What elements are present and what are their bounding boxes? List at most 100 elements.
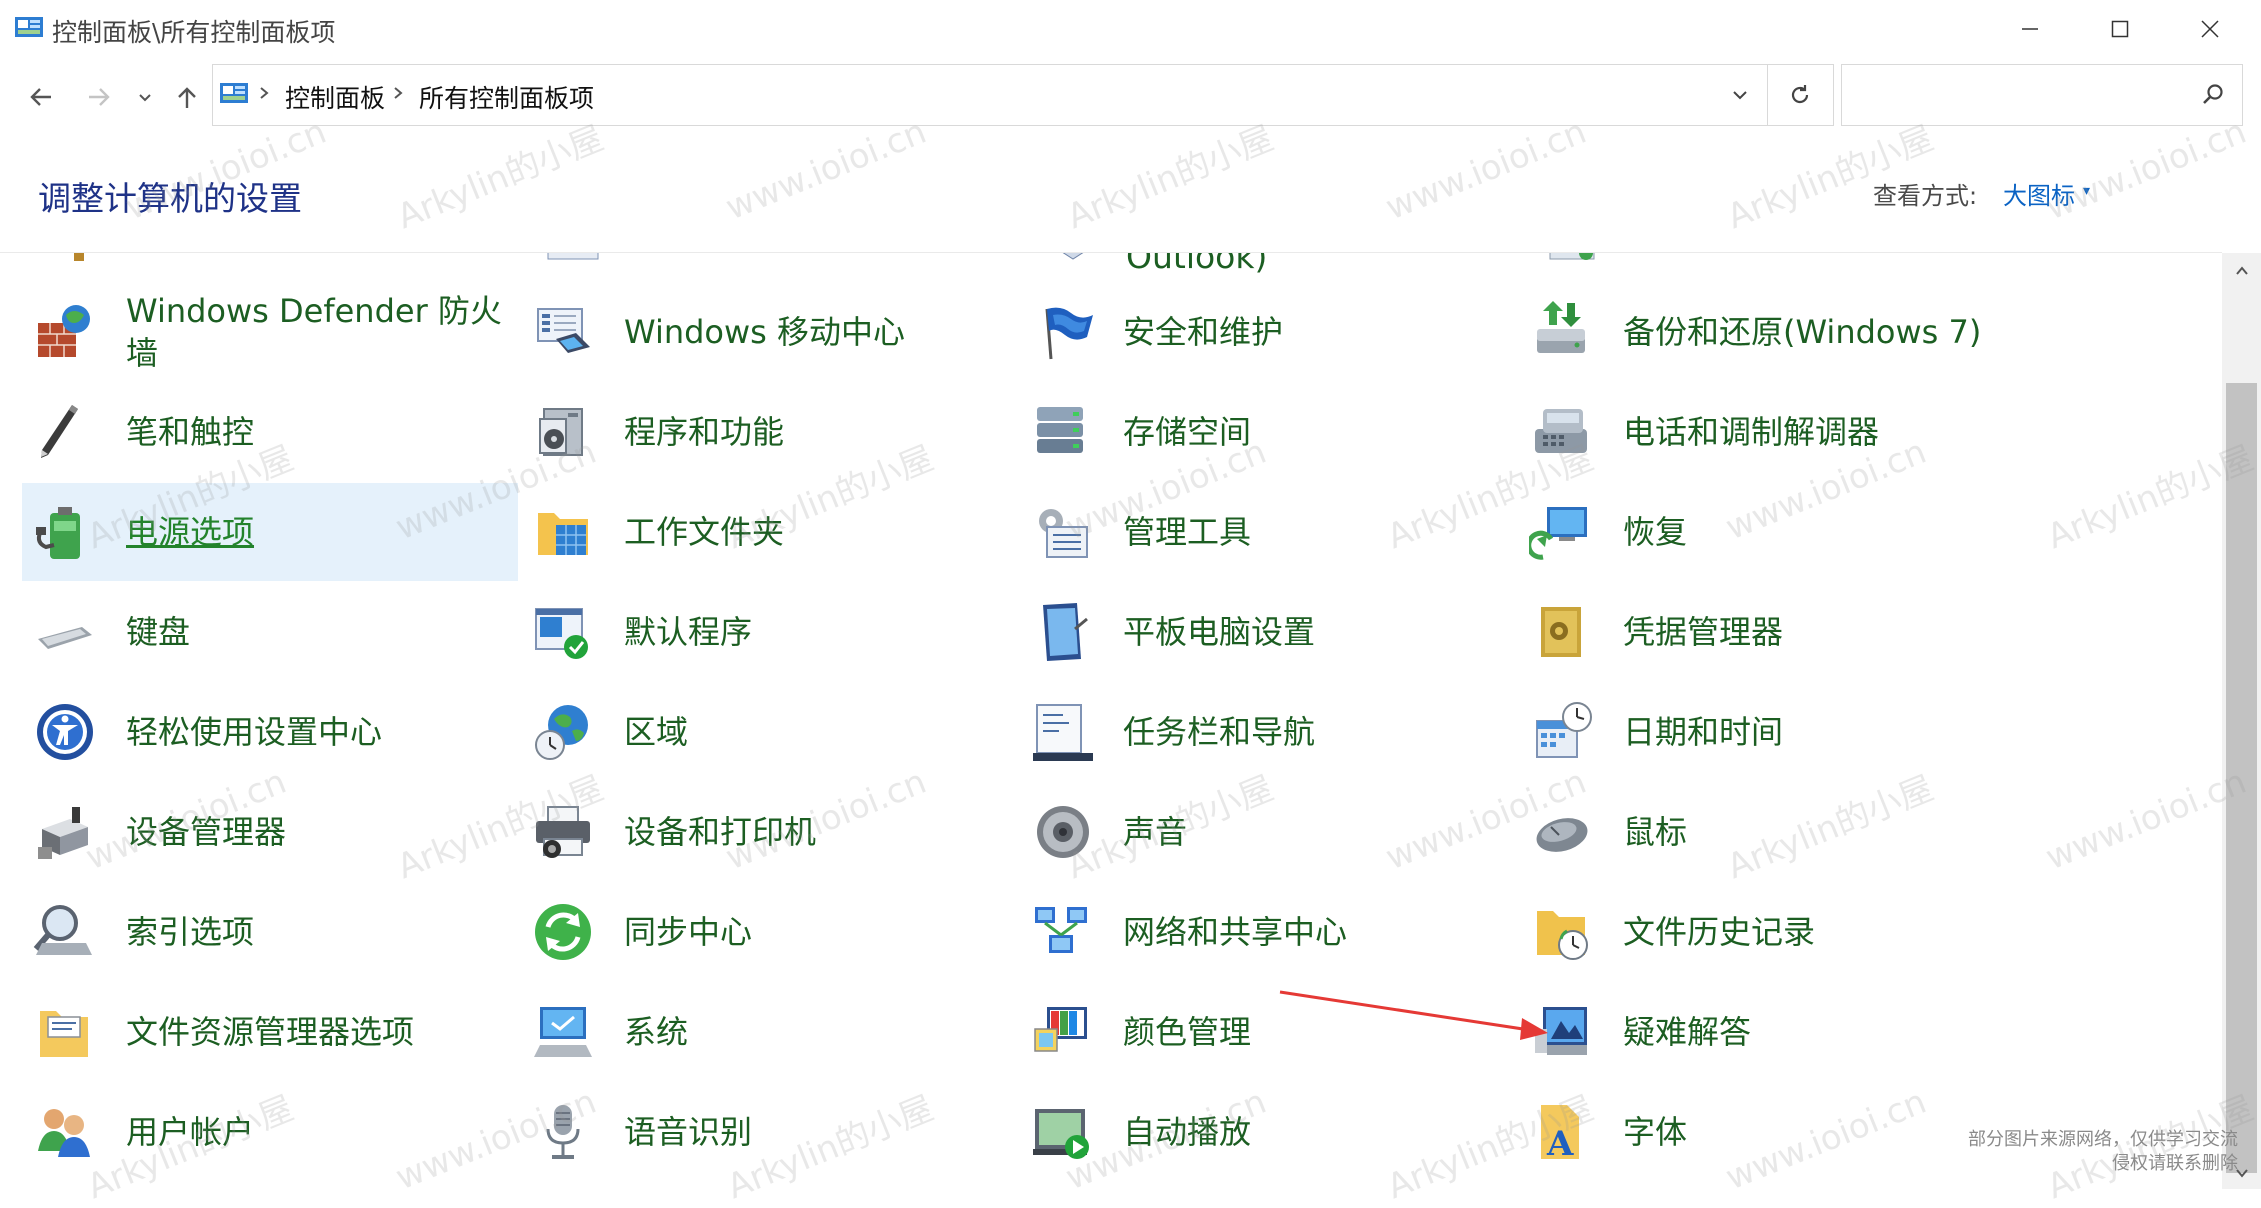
control-panel-item[interactable]: 鼠标 [1519,783,2015,881]
control-panel-item-label: Windows 移动中心 [624,313,906,351]
svg-text:A: A [1546,1124,1574,1164]
breadcrumb-control-panel[interactable]: 控制面板 [285,79,385,115]
maximize-button[interactable] [2075,4,2165,54]
recent-locations-button[interactable] [130,74,160,120]
control-panel-item[interactable]: Windows 移动中心 [520,283,1016,381]
control-panel-item[interactable]: 备份和还原(Windows 7) [1519,283,2015,381]
control-panel-item[interactable]: 键盘 [22,583,518,681]
printer-icon [530,799,596,865]
search-icon[interactable] [2196,77,2230,111]
control-panel-item[interactable]: 默认程序 [520,583,1016,681]
minimize-button[interactable] [1985,4,2075,54]
control-panel-item-label: 设备和打印机 [624,813,817,851]
troubleshooting-icon [1529,999,1595,1065]
control-panel-item[interactable]: 同步中心 [520,883,1016,981]
partial-item-icon [1062,253,1084,260]
autoplay-icon [1029,1099,1095,1165]
control-panel-item[interactable]: 声音 [1019,783,1515,881]
control-panel-item[interactable]: 索引选项 [22,883,518,981]
control-panel-item[interactable]: 网络和共享中心 [1019,883,1515,981]
control-panel-item[interactable]: 程序和功能 [520,383,1016,481]
security-flag-icon [1029,299,1095,365]
up-button[interactable] [164,74,210,120]
arrow-right-icon [89,88,110,106]
chevron-right-icon[interactable] [257,81,271,109]
back-button[interactable] [18,74,64,120]
firewall-icon [32,299,98,365]
search-box[interactable] [1841,64,2243,126]
address-dropdown-button[interactable] [1713,65,1768,125]
control-panel-item[interactable]: 文件历史记录 [1519,883,2015,981]
control-panel-item[interactable]: 语音识别 [520,1083,1016,1181]
control-panel-item[interactable]: 恢复 [1519,483,2015,581]
caret-down-icon[interactable]: ▾ [2083,183,2090,199]
forward-button[interactable] [76,74,122,120]
credential-vault-icon [1529,599,1595,665]
date-time-icon [1529,699,1595,765]
control-panel-item[interactable]: 区域 [520,683,1016,781]
control-panel-item-label: 声音 [1123,813,1188,851]
control-panel-item-label: 文件历史记录 [1623,913,1816,951]
control-panel-item[interactable]: 电话和调制解调器 [1519,383,2015,481]
control-panel-item[interactable]: 轻松使用设置中心 [22,683,518,781]
chevron-up-icon [2235,266,2248,275]
control-panel-item[interactable]: 凭据管理器 [1519,583,2015,681]
ease-of-access-icon [32,699,98,765]
control-panel-item[interactable]: 系统 [520,983,1016,1081]
microphone-icon [530,1099,596,1165]
control-panel-item[interactable]: 自动播放 [1019,1083,1515,1181]
control-panel-item-label: 凭据管理器 [1623,613,1784,651]
footer-note-line: 侵权请联系删除 [2112,1153,2238,1174]
system-computer-icon [530,999,596,1065]
indexing-icon [32,899,98,965]
control-panel-item-label: 设备管理器 [126,813,287,851]
control-panel-item-label: 存储空间 [1123,413,1252,451]
control-panel-item-label: 笔和触控 [126,413,255,451]
control-panel-item-label: 平板电脑设置 [1123,613,1316,651]
control-panel-item-label: 网络和共享中心 [1123,913,1348,951]
control-panel-item[interactable]: 安全和维护 [1019,283,1515,381]
control-panel-item[interactable]: 工作文件夹 [520,483,1016,581]
control-panel-item-label: 索引选项 [126,913,255,951]
control-panel-item[interactable]: 平板电脑设置 [1019,583,1515,681]
control-panel-item[interactable]: 设备管理器 [22,783,518,881]
control-panel-item-label: 任务栏和导航 [1123,713,1316,751]
breadcrumb-all-items[interactable]: 所有控制面板项 [419,79,594,115]
region-globe-icon [530,699,596,765]
view-by-dropdown[interactable]: 大图标 [2003,176,2075,211]
search-input[interactable] [1850,75,2184,115]
control-panel-item[interactable]: 日期和时间 [1519,683,2015,781]
vertical-scrollbar[interactable] [2222,253,2261,1189]
control-panel-item[interactable]: 管理工具 [1019,483,1515,581]
control-panel-item[interactable]: 文件资源管理器选项 [22,983,518,1081]
control-panel-item[interactable]: 用户帐户 [22,1083,518,1181]
control-panel-item[interactable]: 设备和打印机 [520,783,1016,881]
title-bar: 控制面板\所有控制面板项 [0,0,2261,58]
control-panel-item-label: 同步中心 [624,913,753,951]
close-button[interactable] [2165,4,2255,54]
partial-item-icon [1549,253,1595,260]
control-panel-item[interactable]: 颜色管理 [1019,983,1515,1081]
control-panel-item[interactable]: 存储空间 [1019,383,1515,481]
control-panel-item[interactable]: A 字体 [1519,1083,2015,1181]
network-icon [1029,899,1095,965]
partial-item-label[interactable]: Outlook) [1126,253,1267,276]
scroll-up-button[interactable] [2222,253,2261,289]
arrow-left-icon [30,88,51,106]
control-panel-item[interactable]: 电源选项 [22,483,518,581]
control-panel-item[interactable]: 任务栏和导航 [1019,683,1515,781]
scroll-thumb[interactable] [2226,383,2257,1173]
keyboard-icon [32,599,98,665]
arrow-up-icon [178,87,196,108]
maximize-icon [2111,20,2129,38]
user-accounts-icon [32,1099,98,1165]
address-bar[interactable]: 控制面板 所有控制面板项 [212,64,1834,126]
refresh-button[interactable] [1768,65,1832,125]
power-battery-icon [32,499,98,565]
chevron-down-icon [139,94,151,102]
chevron-right-icon[interactable] [391,81,405,109]
control-panel-item[interactable]: 笔和触控 [22,383,518,481]
control-panel-item[interactable]: Windows Defender 防火墙 [22,283,518,381]
control-panel-item[interactable]: 疑难解答 [1519,983,2015,1081]
partial-item-icon [74,253,84,261]
